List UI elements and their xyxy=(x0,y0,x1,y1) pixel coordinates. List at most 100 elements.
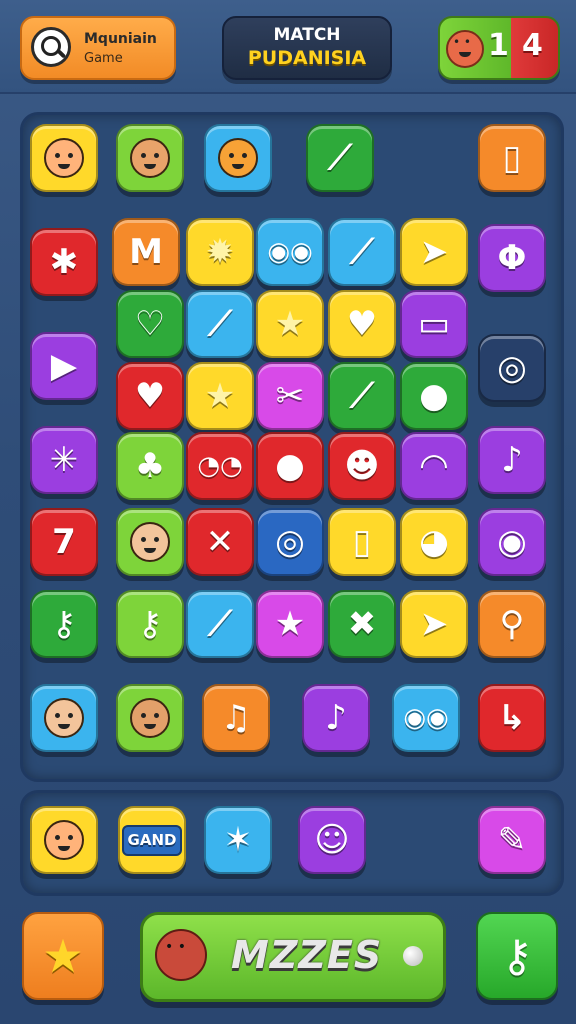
board-tile[interactable] xyxy=(30,684,98,752)
search-button[interactable]: Mquniain Game xyxy=(20,16,176,80)
board-tile[interactable]: ⟋ xyxy=(186,290,254,358)
board-tile[interactable]: ✖ xyxy=(328,590,396,658)
sign-icon: ↳ xyxy=(497,698,527,738)
pin-icon: ⚲ xyxy=(499,604,525,644)
board-tile[interactable]: ◠ xyxy=(400,432,468,500)
star-creature-icon: ✶ xyxy=(223,820,253,860)
board-tile[interactable]: ♥ xyxy=(328,290,396,358)
goggle-monster-icon: ◉◉ xyxy=(267,237,313,267)
ghost-icon: ◠ xyxy=(420,446,448,486)
board-tile[interactable]: ★ xyxy=(256,590,324,658)
board-tile[interactable]: ♡ xyxy=(116,290,184,358)
alien-face-icon: ☺ xyxy=(314,820,350,860)
board-tile[interactable] xyxy=(30,124,98,192)
star-icon: ★ xyxy=(274,604,306,644)
ring-icon: ◎ xyxy=(497,348,527,388)
board-tile[interactable]: ✂ xyxy=(256,362,324,430)
board-tile[interactable]: Φ xyxy=(478,224,546,292)
board-tile[interactable]: ➤ xyxy=(400,590,468,658)
board-tile[interactable] xyxy=(116,124,184,192)
record-button-icon: ● xyxy=(419,376,449,416)
board-tile[interactable]: ♪ xyxy=(302,684,370,752)
wrench-icon: ✱ xyxy=(49,242,79,282)
woman-face-icon xyxy=(44,698,84,738)
battery-icon: ▯ xyxy=(502,138,522,178)
board-tile[interactable]: ◉ xyxy=(478,508,546,576)
smiley-face-icon xyxy=(218,138,258,178)
star-icon: ★ xyxy=(204,376,236,416)
board-tile[interactable]: ▯ xyxy=(478,124,546,192)
board-tile[interactable]: ● xyxy=(256,432,324,500)
board-tile[interactable]: ● xyxy=(400,362,468,430)
board-tile[interactable]: ◉◉ xyxy=(392,684,460,752)
board-tile[interactable]: ★ xyxy=(186,362,254,430)
key-icon: ⚷ xyxy=(51,604,77,644)
sparkle-stick-icon: ✳ xyxy=(49,440,79,480)
board-tile[interactable]: ◕ xyxy=(400,508,468,576)
tray-tile[interactable]: ☺ xyxy=(298,806,366,874)
board-tile[interactable]: ⚷ xyxy=(116,590,184,658)
board-tile[interactable]: ↳ xyxy=(478,684,546,752)
board-tile[interactable]: ♫ xyxy=(202,684,270,752)
apple-icon: ● xyxy=(275,446,305,486)
woman-face-icon xyxy=(130,522,170,562)
tray-tile[interactable]: ✶ xyxy=(204,806,272,874)
star-icon: ★ xyxy=(42,929,84,983)
goggle-monster-icon: ◉◉ xyxy=(403,703,449,733)
board-tile[interactable]: ⟋ xyxy=(186,590,254,658)
phi-icon: Φ xyxy=(497,238,527,278)
board-tile[interactable]: ⚲ xyxy=(478,590,546,658)
paper-plane-icon: ➤ xyxy=(419,232,449,272)
board-tile[interactable]: 7 xyxy=(30,508,98,576)
music-note-icon: ♪ xyxy=(501,440,523,480)
board-tile[interactable]: ◉◉ xyxy=(256,218,324,286)
board-tile[interactable]: ⟋ xyxy=(306,124,374,192)
board-tile[interactable]: M xyxy=(112,218,180,286)
monster-face-icon xyxy=(446,30,484,68)
paintbrush-icon: ⟋ xyxy=(350,376,374,416)
search-subtitle: Game xyxy=(84,51,123,66)
key-button[interactable]: ⚷ xyxy=(476,912,558,1000)
board-tile[interactable]: ◎ xyxy=(478,334,546,402)
board-tile[interactable]: ✱ xyxy=(30,228,98,296)
board-tile[interactable]: ⟋ xyxy=(328,218,396,286)
music-note-icon: ♪ xyxy=(325,698,347,738)
board-tile[interactable]: ⚷ xyxy=(30,590,98,658)
board-tile[interactable]: ☻ xyxy=(328,432,396,500)
main-action-label: MZZES xyxy=(231,933,383,977)
board-tile[interactable]: ♣ xyxy=(116,432,184,500)
magic-brush-icon: ✎ xyxy=(497,820,527,860)
board-tile[interactable]: ♥ xyxy=(116,362,184,430)
girl-face-icon xyxy=(44,820,84,860)
tray-tile[interactable] xyxy=(30,806,98,874)
board-tile[interactable]: ✕ xyxy=(186,508,254,576)
board-tile[interactable]: ▶ xyxy=(30,332,98,400)
board-tile[interactable]: ⟋ xyxy=(328,362,396,430)
number-seven-icon: 7 xyxy=(52,522,76,562)
heart-outline-icon: ♡ xyxy=(134,304,166,344)
key-icon: ⚷ xyxy=(500,930,534,982)
board-tile[interactable]: ▯ xyxy=(328,508,396,576)
scissors-icon: ✂ xyxy=(275,376,305,416)
tray-tile[interactable]: GAND xyxy=(118,806,186,874)
board-tile[interactable]: ✳ xyxy=(30,426,98,494)
game-title-line1: MATCH xyxy=(273,25,341,45)
board-tile[interactable] xyxy=(116,508,184,576)
board-tile[interactable]: ◔◔ xyxy=(186,432,254,500)
hint-button[interactable]: ★ xyxy=(22,912,104,1000)
board-tile[interactable]: ➤ xyxy=(400,218,468,286)
tray-tile[interactable]: ✎ xyxy=(478,806,546,874)
main-action-button[interactable]: MZZES xyxy=(140,912,446,1002)
board-tile[interactable] xyxy=(204,124,272,192)
board-tile[interactable]: ◎ xyxy=(256,508,324,576)
star-icon: ★ xyxy=(274,304,306,344)
board-tile[interactable]: ★ xyxy=(256,290,324,358)
score-left: 1 xyxy=(488,28,509,63)
board-tile[interactable] xyxy=(116,684,184,752)
score-badge[interactable]: 1 4 xyxy=(438,16,560,80)
board-tile[interactable]: ▭ xyxy=(400,290,468,358)
board-tile[interactable]: ♪ xyxy=(478,426,546,494)
score-right: 4 xyxy=(522,28,543,63)
board-tile[interactable]: ✹ xyxy=(186,218,254,286)
ring-icon: ◎ xyxy=(275,522,305,562)
